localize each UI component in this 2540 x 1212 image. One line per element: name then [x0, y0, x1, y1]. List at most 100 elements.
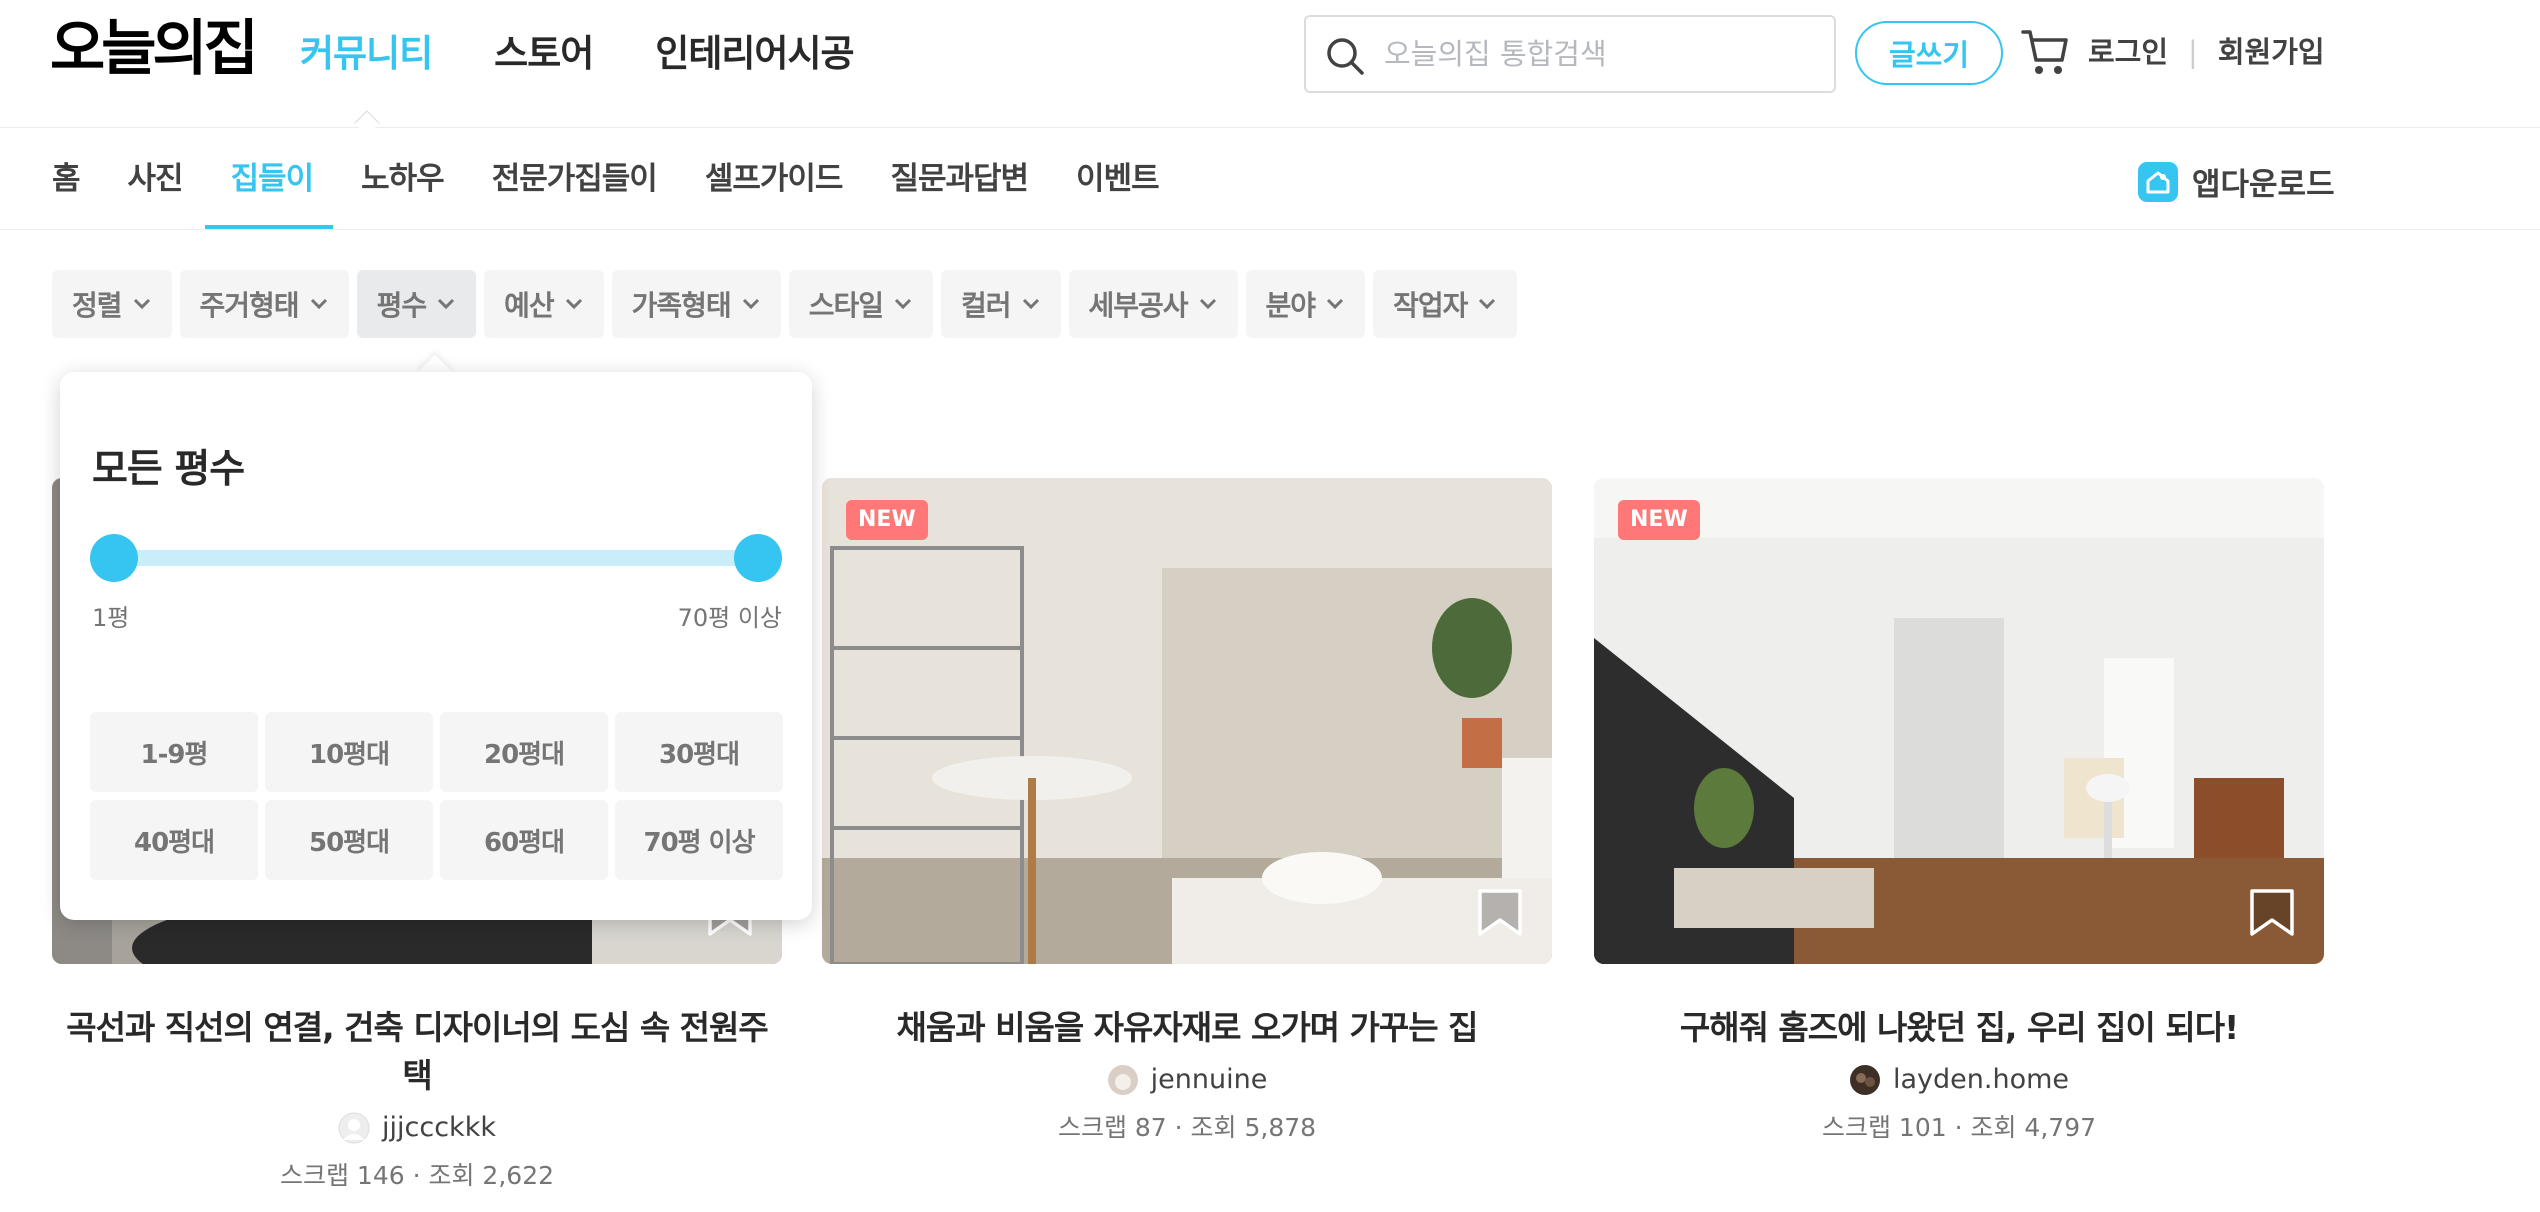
avatar: [1849, 1065, 1880, 1095]
size-filter-popup: 모든 평수 1평 70평 이상 1-9평 10평대 20평대 30평대 40평대…: [60, 372, 812, 920]
subnav-item-expert-housewarming[interactable]: 전문가집들이: [492, 129, 658, 229]
post-title[interactable]: 구해줘 홈즈에 나왔던 집, 우리 집이 되다!: [1594, 1004, 2324, 1052]
post-author[interactable]: jennuine: [822, 1058, 1552, 1102]
post-stats: 스크랩 146 · 조회 2,622: [279, 1161, 555, 1190]
chevron-down-icon: [894, 298, 912, 310]
avatar: [1107, 1065, 1138, 1095]
size-range-max-handle[interactable]: [734, 534, 782, 582]
chevron-down-icon: [438, 298, 455, 310]
post-thumbnail[interactable]: NEW: [822, 478, 1552, 964]
filter-color[interactable]: 컬러: [940, 270, 1061, 338]
write-button[interactable]: 글쓰기: [1855, 21, 2003, 85]
subnav-item-qna[interactable]: 질문과답변: [890, 129, 1029, 229]
filter-label: 스타일: [808, 289, 884, 322]
filter-sort[interactable]: 정렬: [52, 270, 172, 338]
app-download-label: 앱다운로드: [2192, 167, 2335, 203]
avatar: [338, 1112, 370, 1144]
filter-label: 가족형태: [631, 289, 732, 322]
size-option-50s[interactable]: 50평대: [265, 800, 433, 880]
chevron-down-icon: [742, 298, 759, 310]
post-thumbnail[interactable]: NEW: [1594, 478, 2324, 964]
search-box[interactable]: [1304, 15, 1836, 93]
top-header: 오늘의집 커뮤니티 스토어 인테리어시공 글쓰기 로그인 | 회원가입: [0, 0, 2540, 136]
new-badge: NEW: [846, 500, 928, 540]
filter-bar: 정렬 주거형태 평수 예산 가족형태 스타일 컬러 세부공사 분야 작업자: [52, 270, 1518, 338]
author-name: jjjccckkk: [382, 1112, 496, 1143]
size-option-30s[interactable]: 30평대: [615, 712, 783, 792]
size-range-track[interactable]: [112, 550, 754, 566]
filter-label: 분야: [1265, 289, 1317, 322]
subnav-item-photo[interactable]: 사진: [128, 129, 184, 229]
filter-detail-work[interactable]: 세부공사: [1068, 270, 1238, 338]
app-house-icon: [2138, 161, 2178, 202]
main-nav: 커뮤니티 스토어 인테리어시공: [300, 28, 855, 80]
filter-label: 평수: [376, 289, 428, 322]
size-option-40s[interactable]: 40평대: [90, 800, 258, 880]
filter-worker[interactable]: 작업자: [1373, 270, 1518, 338]
range-min-label: 1평: [92, 604, 130, 632]
post-author[interactable]: jjjccckkk: [52, 1106, 782, 1150]
bookmark-icon[interactable]: [1476, 888, 1524, 938]
filter-style[interactable]: 스타일: [788, 270, 933, 338]
main-nav-store[interactable]: 스토어: [494, 28, 594, 80]
subnav-item-housewarming[interactable]: 집들이: [231, 129, 315, 229]
filter-label: 컬러: [960, 289, 1012, 322]
post-stats: 스크랩 87 · 조회 5,878: [1057, 1113, 1317, 1142]
subnav-item-knowhow[interactable]: 노하우: [361, 129, 445, 229]
post-card[interactable]: NEW 채움과 비움을 자유자재로 오가며 가꾸는 집 jennuine 스크랩…: [822, 478, 1552, 1148]
filter-label: 주거형태: [199, 289, 300, 322]
main-nav-community[interactable]: 커뮤니티: [300, 28, 433, 80]
room-photo: [1594, 478, 2324, 964]
logo[interactable]: 오늘의집: [50, 12, 259, 86]
post-card[interactable]: NEW 구해줘 홈즈에 나왔던 집, 우리 집이 되다! layden.home…: [1594, 478, 2324, 1148]
post-author[interactable]: layden.home: [1594, 1058, 2324, 1102]
chevron-down-icon: [1199, 298, 1216, 310]
subnav-item-event[interactable]: 이벤트: [1076, 129, 1160, 229]
size-option-20s[interactable]: 20평대: [440, 712, 608, 792]
signup-link[interactable]: 회원가입: [2218, 30, 2325, 74]
filter-field[interactable]: 분야: [1245, 270, 1366, 338]
size-option-10s[interactable]: 10평대: [265, 712, 433, 792]
cart-icon[interactable]: [2020, 26, 2070, 78]
active-tab-underline: [205, 225, 333, 229]
filter-housing-type[interactable]: 주거형태: [179, 270, 349, 338]
author-name: jennuine: [1150, 1064, 1268, 1095]
chevron-down-icon: [1022, 298, 1039, 310]
chevron-down-icon: [133, 298, 150, 310]
size-option-1-9[interactable]: 1-9평: [90, 712, 258, 792]
range-max-label: 70평 이상: [677, 604, 782, 632]
author-name: layden.home: [1892, 1064, 2069, 1095]
auth-links: 로그인 | 회원가입: [2088, 30, 2325, 74]
filter-label: 세부공사: [1088, 289, 1189, 322]
post-title[interactable]: 곡선과 직선의 연결, 건축 디자이너의 도심 속 전원주택: [52, 1004, 782, 1100]
filter-label: 작업자: [1393, 289, 1468, 322]
size-options: 1-9평 10평대 20평대 30평대 40평대 50평대 60평대 70평 이…: [90, 712, 783, 880]
filter-family-type[interactable]: 가족형태: [611, 270, 781, 338]
filter-label: 예산: [504, 289, 555, 322]
chevron-down-icon: [1327, 298, 1344, 310]
size-option-70-plus[interactable]: 70평 이상: [615, 800, 783, 880]
main-nav-interior[interactable]: 인테리어시공: [655, 28, 854, 80]
chevron-down-icon: [1479, 298, 1496, 310]
size-range-min-handle[interactable]: [90, 534, 138, 582]
auth-divider: |: [2188, 35, 2198, 69]
chevron-down-icon: [565, 298, 582, 310]
filter-size[interactable]: 평수: [356, 270, 477, 338]
subnav-item-self-guide[interactable]: 셀프가이드: [705, 129, 844, 229]
new-badge: NEW: [1618, 500, 1700, 540]
popup-title: 모든 평수: [92, 447, 245, 492]
sub-nav: 홈 사진 집들이 노하우 전문가집들이 셀프가이드 질문과답변 이벤트 앱다운로…: [0, 129, 2540, 230]
login-link[interactable]: 로그인: [2088, 30, 2168, 74]
chevron-down-icon: [310, 298, 327, 310]
subnav-item-home[interactable]: 홈: [52, 129, 81, 229]
search-icon: [1327, 38, 1364, 75]
search-input[interactable]: [1384, 31, 1814, 77]
post-stats: 스크랩 101 · 조회 4,797: [1821, 1113, 2097, 1142]
filter-label: 정렬: [72, 289, 123, 322]
filter-budget[interactable]: 예산: [484, 270, 604, 338]
post-title[interactable]: 채움과 비움을 자유자재로 오가며 가꾸는 집: [822, 1004, 1552, 1052]
room-photo: [822, 478, 1552, 964]
bookmark-icon[interactable]: [2248, 888, 2296, 938]
app-download-link[interactable]: 앱다운로드: [2138, 159, 2335, 204]
size-option-60s[interactable]: 60평대: [440, 800, 608, 880]
